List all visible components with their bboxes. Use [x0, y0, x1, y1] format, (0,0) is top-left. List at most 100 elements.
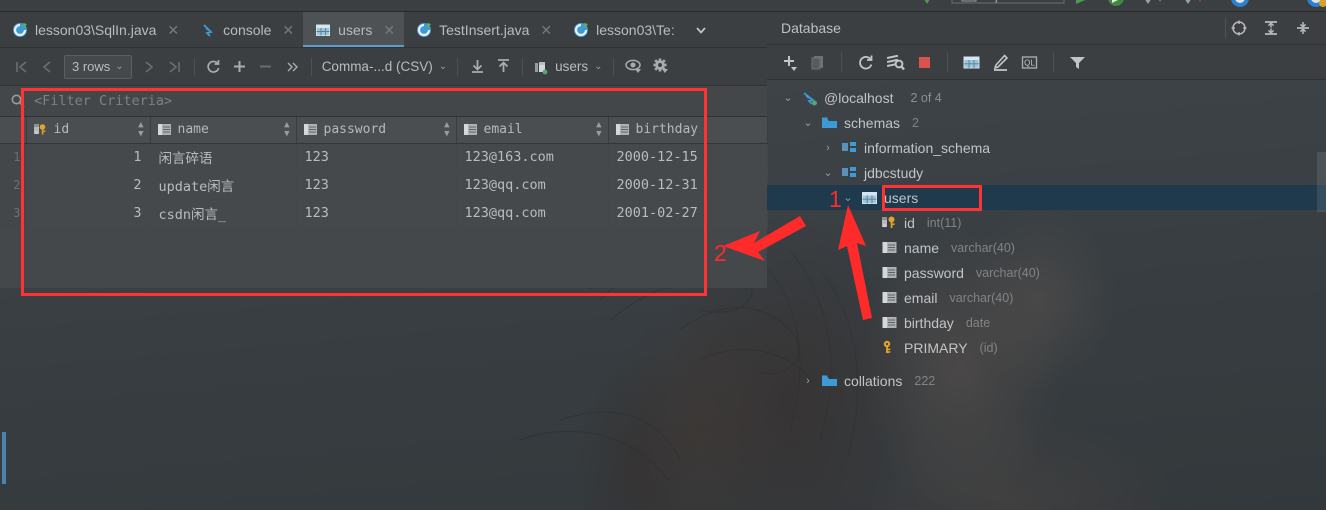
tree-item-primary-key[interactable]: PRIMARY (id) [767, 335, 1326, 360]
sort-indicator-icon[interactable]: ▲ ▼ [444, 120, 449, 139]
upload-icon[interactable] [490, 54, 516, 80]
edit-icon[interactable] [987, 49, 1014, 75]
tree-item-jdbcstudy[interactable]: ⌄ jdbcstudy [767, 160, 1326, 185]
cell-email[interactable]: 123@163.com [456, 143, 609, 172]
expand-all-icon[interactable] [1262, 19, 1280, 37]
first-page-icon[interactable] [8, 54, 34, 80]
column-header-email[interactable]: email ▲ ▼ [456, 117, 609, 144]
tree-item-label: password [904, 264, 964, 281]
tree-item-column-birthday[interactable]: birthday date [767, 310, 1326, 335]
datasource-selector[interactable]: users ⌄ [529, 59, 606, 75]
tree-item-schemas[interactable]: ⌄ schemas 2 [767, 110, 1326, 135]
column-header-name[interactable]: name ▲ ▼ [150, 117, 297, 144]
collapse-all-icon[interactable] [1294, 19, 1312, 37]
cell-password[interactable]: 123 [296, 143, 457, 172]
prev-page-icon[interactable] [34, 54, 60, 80]
cell-birthday[interactable]: 2000-12-15 [608, 143, 768, 172]
sort-indicator-icon[interactable]: ▲ ▼ [284, 120, 289, 139]
chevron-right-icon[interactable]: › [801, 375, 815, 387]
tree-item-label: @localhost [824, 89, 894, 106]
next-page-icon[interactable] [136, 54, 162, 80]
refresh-icon[interactable] [201, 54, 227, 80]
chevron-down-icon[interactable]: ⌄ [801, 116, 815, 129]
cell-birthday[interactable]: 2001-02-27 [608, 199, 768, 228]
column-header-birthday[interactable]: birthday [608, 117, 768, 144]
cell-email[interactable]: 123@qq.com [456, 199, 609, 228]
chevron-down-icon: ⌄ [115, 61, 124, 72]
cell-email[interactable]: 123@qq.com [456, 171, 609, 200]
eye-icon[interactable] [620, 54, 647, 80]
close-icon[interactable]: ✕ [383, 22, 395, 39]
tree-item-column-id[interactable]: id int(11) [767, 210, 1326, 235]
add-icon[interactable] [777, 49, 803, 75]
editor-tab-users[interactable]: users ✕ [303, 12, 405, 47]
toolbar-separator [522, 57, 524, 76]
search-filter-icon [10, 93, 26, 109]
chevron-down-icon[interactable]: ⌄ [781, 91, 795, 104]
cell-password[interactable]: 123 [296, 171, 457, 200]
column-header-id[interactable]: id ▲ ▼ [26, 117, 151, 144]
close-icon[interactable]: ✕ [540, 22, 552, 39]
toolbar-separator [310, 57, 312, 76]
minus-icon[interactable] [253, 54, 279, 80]
close-icon[interactable]: ✕ [167, 22, 179, 39]
table-editor-icon[interactable] [958, 49, 985, 75]
cell-name[interactable]: update闲言 [150, 171, 297, 200]
results-table: id ▲ ▼ name ▲ ▼ password ▲ ▼ email ▲ ▼ b… [0, 117, 768, 228]
cell-id[interactable]: 2 [26, 171, 151, 200]
plus-icon[interactable] [227, 54, 253, 80]
chevron-right-icon[interactable]: › [821, 142, 835, 154]
download-icon[interactable] [464, 54, 490, 80]
locate-icon[interactable] [1230, 19, 1248, 37]
cell-id[interactable]: 1 [26, 143, 151, 172]
sort-indicator-icon[interactable]: ▲ ▼ [596, 120, 601, 139]
editor-tab-sqlin[interactable]: lesson03\SqlIn.java ✕ [0, 12, 188, 47]
toolbar-separator [457, 57, 459, 76]
tree-item-column-password[interactable]: password varchar(40) [767, 260, 1326, 285]
chevron-down-icon[interactable] [684, 12, 718, 47]
last-page-icon[interactable] [162, 54, 188, 80]
filter-icon[interactable] [1064, 49, 1091, 75]
gear-icon[interactable] [647, 54, 674, 80]
table-row[interactable]: 1 1 闲言碎语 123 123@163.com 2000-12-15 [0, 143, 768, 172]
column-header-password[interactable]: password ▲ ▼ [296, 117, 457, 144]
cell-name[interactable]: 闲言碎语 [150, 143, 297, 172]
tree-item-column-email[interactable]: email varchar(40) [767, 285, 1326, 310]
schema-icon [841, 139, 858, 156]
cell-name[interactable]: csdn闲言_ [150, 199, 297, 228]
tree-item-label: birthday [904, 314, 954, 331]
sort-indicator-icon[interactable]: ▲ ▼ [138, 120, 143, 139]
query-console-icon[interactable]: QL [1016, 49, 1043, 75]
tree-item-information-schema[interactable]: › information_schema [767, 135, 1326, 160]
output-format-label: Comma-...d (CSV) [321, 59, 433, 74]
editor-tab-testinsert[interactable]: TestInsert.java ✕ [404, 12, 561, 47]
tree-item-meta: varchar(40) [975, 265, 1040, 280]
chevron-down-icon[interactable]: ⌄ [821, 166, 835, 179]
output-format-selector[interactable]: Comma-...d (CSV) ⌄ [318, 59, 451, 74]
stop-icon[interactable] [911, 49, 937, 75]
editor-tab-lesson03-te[interactable]: lesson03\Te: [561, 12, 684, 47]
cell-birthday[interactable]: 2000-12-31 [608, 171, 768, 200]
tree-scrollbar[interactable] [1317, 152, 1326, 212]
editor-tab-console[interactable]: console ✕ [188, 12, 303, 47]
table-row[interactable]: 3 3 csdn闲言_ 123 123@qq.com 2001-02-27 [0, 199, 768, 228]
copy-icon[interactable] [805, 49, 831, 75]
tree-item-collations[interactable]: › collations 222 [767, 368, 1326, 393]
row-number: 2 [0, 171, 27, 200]
tree-item-column-name[interactable]: name varchar(40) [767, 235, 1326, 260]
toolbar-separator [193, 57, 195, 76]
tree-item-localhost[interactable]: ⌄ @localhost 2 of 4 [767, 85, 1326, 110]
close-icon[interactable]: ✕ [282, 22, 294, 39]
row-count-selector[interactable]: 3 rows ⌄ [64, 54, 132, 79]
filter-input-placeholder[interactable]: <Filter Criteria> [34, 93, 172, 109]
run-sql-icon[interactable] [881, 49, 909, 75]
chevron-down-icon[interactable]: ⌄ [841, 191, 855, 204]
schema-icon [841, 164, 858, 181]
tree-item-users[interactable]: ⌄ users [767, 185, 1326, 210]
cell-password[interactable]: 123 [296, 199, 457, 228]
double-chevron-right-icon[interactable] [279, 54, 305, 80]
filter-criteria-bar[interactable]: <Filter Criteria> [0, 86, 767, 117]
table-row[interactable]: 2 2 update闲言 123 123@qq.com 2000-12-31 [0, 171, 768, 200]
sync-icon[interactable] [852, 49, 879, 75]
cell-id[interactable]: 3 [26, 199, 151, 228]
